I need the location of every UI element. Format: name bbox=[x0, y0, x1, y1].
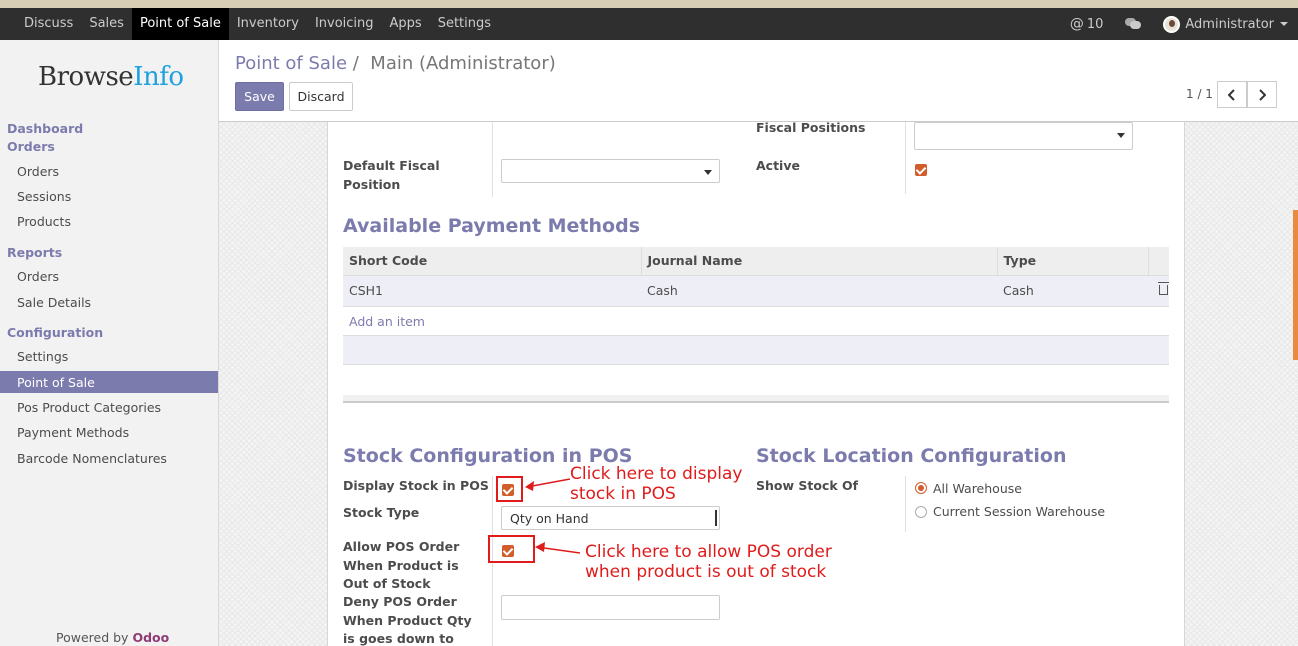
pager-previous-button[interactable] bbox=[1217, 81, 1247, 108]
annotation-arrow bbox=[525, 478, 571, 491]
systray: @ 10 Administrator bbox=[1048, 8, 1288, 40]
app-menu: Discuss Sales Point of Sale Inventory In… bbox=[16, 8, 499, 40]
scrollbar[interactable] bbox=[1293, 210, 1298, 360]
deny-pos-order-input[interactable] bbox=[501, 595, 720, 620]
menu-inventory[interactable]: Inventory bbox=[229, 8, 307, 40]
avatar bbox=[1163, 15, 1181, 33]
divider bbox=[905, 122, 906, 194]
sidebar: BrowseInfo Dashboard Orders Orders Sessi… bbox=[0, 40, 219, 646]
chevron-left-icon bbox=[1228, 89, 1235, 101]
menu-discuss[interactable]: Discuss bbox=[16, 8, 81, 40]
highlight-box bbox=[496, 476, 523, 502]
sidebar-item-sale-details[interactable]: Sale Details bbox=[17, 295, 91, 310]
active-checkbox[interactable] bbox=[915, 164, 927, 176]
company-logo: BrowseInfo bbox=[38, 62, 184, 92]
radio-all-warehouse-label: All Warehouse bbox=[933, 481, 1022, 496]
menu-point-of-sale[interactable]: Point of Sale bbox=[131, 8, 229, 40]
chevron-down-icon bbox=[1280, 22, 1288, 26]
user-menu[interactable]: Administrator bbox=[1163, 15, 1288, 33]
deny-pos-order-label: Deny POS Order When Product Qty is goes … bbox=[343, 594, 472, 646]
top-navbar: Discuss Sales Point of Sale Inventory In… bbox=[0, 0, 1298, 40]
sidebar-item-barcode-nomenclatures[interactable]: Barcode Nomenclatures bbox=[17, 451, 167, 466]
stock-type-label: Stock Type bbox=[343, 505, 420, 520]
annotation-arrow bbox=[535, 542, 581, 554]
chat-button[interactable] bbox=[1125, 18, 1142, 30]
divider bbox=[492, 122, 493, 197]
section-separator bbox=[343, 395, 1169, 403]
divider bbox=[905, 476, 906, 532]
sidebar-item-dashboard[interactable]: Dashboard bbox=[7, 121, 83, 136]
add-item-link[interactable]: Add an item bbox=[349, 314, 425, 329]
radio-all-warehouse[interactable] bbox=[915, 482, 927, 494]
chat-icon bbox=[1125, 18, 1142, 30]
table-row[interactable]: CSH1 Cash Cash bbox=[343, 274, 1169, 307]
default-fiscal-position-label: Default Fiscal Position bbox=[343, 158, 440, 192]
allow-pos-order-label: Allow POS Order When Product is Out of S… bbox=[343, 539, 460, 591]
pager-next-button[interactable] bbox=[1247, 81, 1277, 108]
mentions-button[interactable]: @ 10 bbox=[1070, 16, 1104, 32]
payment-methods-table: Short Code Journal Name Type CSH1 Cash C… bbox=[343, 247, 1169, 307]
cell-short-code: CSH1 bbox=[343, 274, 641, 307]
fiscal-positions-label: Fiscal Positions bbox=[756, 120, 866, 135]
breadcrumb-current: Main (Administrator) bbox=[370, 53, 556, 74]
sidebar-item-settings[interactable]: Settings bbox=[17, 349, 68, 364]
trash-icon[interactable] bbox=[1158, 282, 1169, 295]
annotation-display-stock: Click here to display stock in POS bbox=[570, 464, 743, 504]
save-button[interactable]: Save bbox=[235, 82, 284, 111]
table-empty-row bbox=[343, 335, 1169, 365]
highlight-box bbox=[488, 535, 535, 563]
sidebar-section-reports: Reports bbox=[7, 245, 63, 260]
payment-methods-title: Available Payment Methods bbox=[343, 215, 641, 237]
radio-current-session-warehouse-label: Current Session Warehouse bbox=[933, 504, 1106, 519]
sidebar-item-sessions[interactable]: Sessions bbox=[17, 189, 71, 204]
at-icon: @ bbox=[1069, 16, 1084, 32]
display-stock-label: Display Stock in POS bbox=[343, 478, 489, 493]
discard-button[interactable]: Discard bbox=[289, 82, 353, 111]
sidebar-item-orders[interactable]: Orders bbox=[17, 164, 59, 179]
pager-value: 1 / 1 bbox=[1186, 87, 1213, 101]
column-header-type[interactable]: Type bbox=[996, 247, 1149, 276]
breadcrumb: Point of Sale / Main (Administrator) bbox=[235, 53, 556, 74]
fiscal-positions-field[interactable] bbox=[914, 122, 1133, 150]
sidebar-section-configuration: Configuration bbox=[7, 325, 104, 340]
sidebar-item-report-orders[interactable]: Orders bbox=[17, 269, 59, 284]
chevron-right-icon bbox=[1259, 89, 1266, 101]
cell-journal-name: Cash bbox=[641, 274, 997, 307]
column-header-journal-name[interactable]: Journal Name bbox=[640, 247, 998, 276]
menu-sales[interactable]: Sales bbox=[81, 8, 132, 40]
stock-location-title: Stock Location Configuration bbox=[756, 445, 1067, 467]
menu-invoicing[interactable]: Invoicing bbox=[307, 8, 382, 40]
sidebar-item-products[interactable]: Products bbox=[17, 214, 71, 229]
sidebar-item-payment-methods[interactable]: Payment Methods bbox=[17, 425, 129, 440]
odoo-link[interactable]: Odoo bbox=[132, 630, 169, 645]
default-fiscal-position-select[interactable] bbox=[501, 159, 720, 183]
stock-type-select[interactable]: Qty on Hand bbox=[501, 506, 720, 530]
control-panel: Point of Sale / Main (Administrator) Sav… bbox=[219, 40, 1298, 122]
active-label: Active bbox=[756, 158, 800, 173]
cell-type: Cash bbox=[997, 274, 1148, 307]
user-name: Administrator bbox=[1185, 16, 1274, 32]
sidebar-section-orders: Orders bbox=[7, 139, 55, 154]
sidebar-item-pos-product-categories[interactable]: Pos Product Categories bbox=[17, 400, 161, 415]
radio-current-session-warehouse[interactable] bbox=[915, 506, 927, 518]
sidebar-item-point-of-sale[interactable]: Point of Sale bbox=[0, 371, 218, 393]
annotation-allow-pos-order: Click here to allow POS order when produ… bbox=[585, 542, 832, 582]
show-stock-of-label: Show Stock Of bbox=[756, 478, 859, 493]
menu-settings[interactable]: Settings bbox=[430, 8, 499, 40]
column-header-short-code[interactable]: Short Code bbox=[343, 247, 642, 276]
breadcrumb-point-of-sale[interactable]: Point of Sale bbox=[235, 53, 347, 74]
powered-by: Powered by Odoo bbox=[56, 630, 170, 645]
menu-apps[interactable]: Apps bbox=[382, 8, 430, 40]
mentions-count: 10 bbox=[1086, 16, 1104, 32]
